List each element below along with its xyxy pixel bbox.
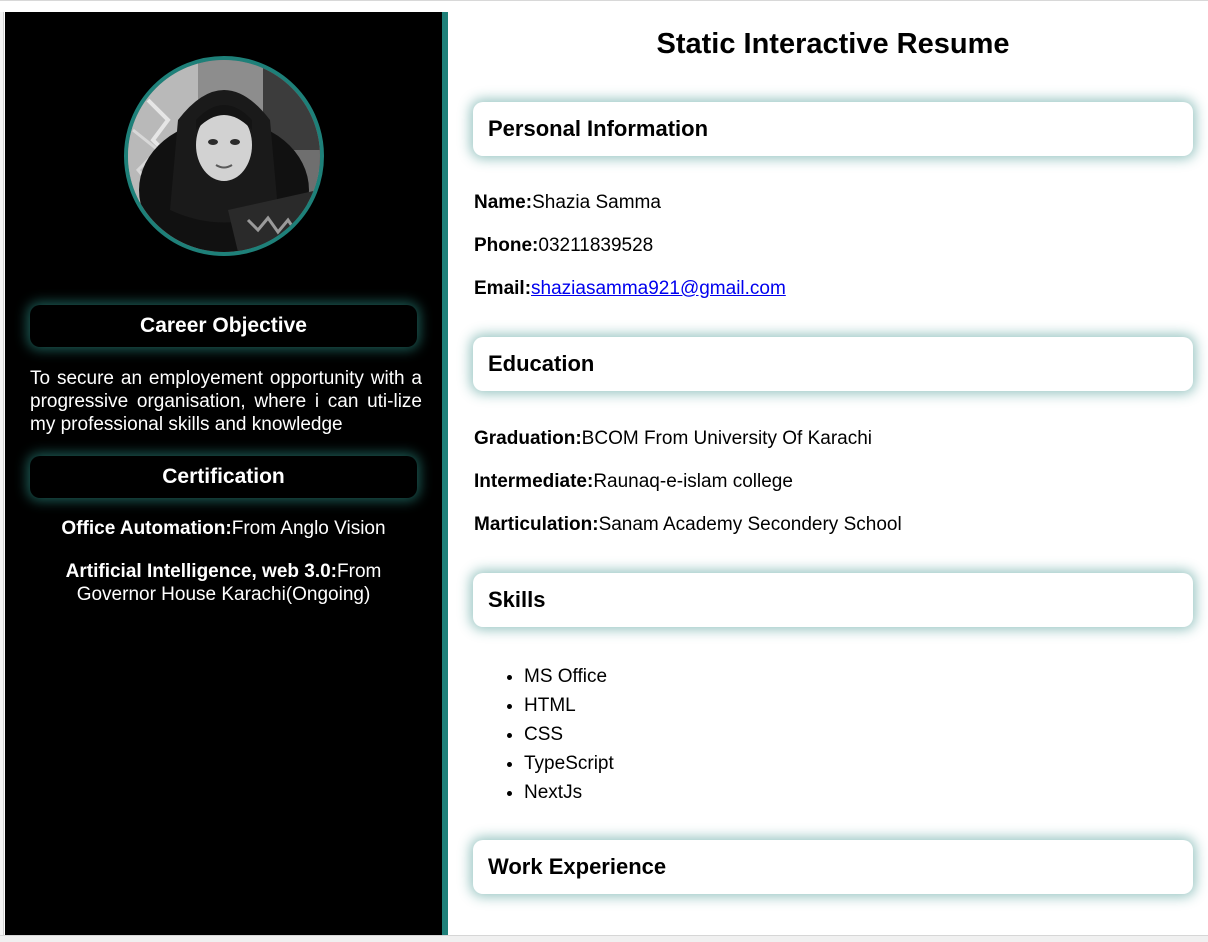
skills-list: MS Office HTML CSS TypeScript NextJs	[474, 662, 614, 807]
sidebar: Career Objective To secure an employemen…	[5, 12, 442, 935]
resume-page: Career Objective To secure an employemen…	[0, 0, 1208, 942]
certification-value: From Anglo Vision	[231, 518, 386, 539]
career-objective-text: To secure an employement opportunity wit…	[30, 368, 422, 435]
name-label: Name:	[474, 192, 533, 213]
career-objective-heading: Career Objective	[30, 305, 417, 347]
email-row: Email:shaziasamma921@gmail.com	[474, 277, 786, 301]
certification-label: Artificial Intelligence, web 3.0:	[65, 561, 338, 582]
work-experience-header: Work Experience	[473, 840, 1193, 894]
education-item: Graduation:BCOM From University Of Karac…	[474, 427, 872, 451]
email-link[interactable]: shaziasamma921@gmail.com	[531, 278, 786, 299]
education-label: Intermediate:	[474, 471, 594, 492]
name-value: Shazia Samma	[532, 192, 661, 213]
phone-row: Phone:03211839528	[474, 234, 653, 258]
skill-item: HTML	[524, 691, 614, 720]
profile-photo	[124, 56, 324, 256]
window-bottom-edge	[0, 935, 1208, 942]
skill-item: NextJs	[524, 778, 614, 807]
skill-item: CSS	[524, 720, 614, 749]
window-top-edge	[0, 0, 1208, 12]
education-header: Education	[473, 337, 1193, 391]
education-label: Marticulation:	[474, 514, 599, 535]
name-row: Name:Shazia Samma	[474, 191, 661, 215]
certification-label: Office Automation:	[61, 518, 232, 539]
education-value: Sanam Academy Secondery School	[598, 514, 902, 535]
sidebar-accent-border	[442, 12, 448, 935]
education-label: Graduation:	[474, 428, 582, 449]
education-value: Raunaq-e-islam college	[593, 471, 793, 492]
email-label: Email:	[474, 278, 532, 299]
certification-item: Office Automation:From Anglo Vision	[30, 517, 417, 540]
certification-heading: Certification	[30, 456, 417, 498]
skill-item: TypeScript	[524, 749, 614, 778]
phone-value: 03211839528	[538, 235, 654, 256]
skills-header: Skills	[473, 573, 1193, 627]
phone-label: Phone:	[474, 235, 539, 256]
window-left-edge	[0, 12, 4, 935]
certification-item: Artificial Intelligence, web 3.0:From Go…	[30, 560, 417, 606]
education-item: Marticulation:Sanam Academy Secondery Sc…	[474, 513, 902, 537]
personal-information-header: Personal Information	[473, 102, 1193, 156]
education-value: BCOM From University Of Karachi	[581, 428, 872, 449]
page-title: Static Interactive Resume	[656, 28, 1010, 60]
education-item: Intermediate:Raunaq-e-islam college	[474, 470, 793, 494]
skill-item: MS Office	[524, 662, 614, 691]
